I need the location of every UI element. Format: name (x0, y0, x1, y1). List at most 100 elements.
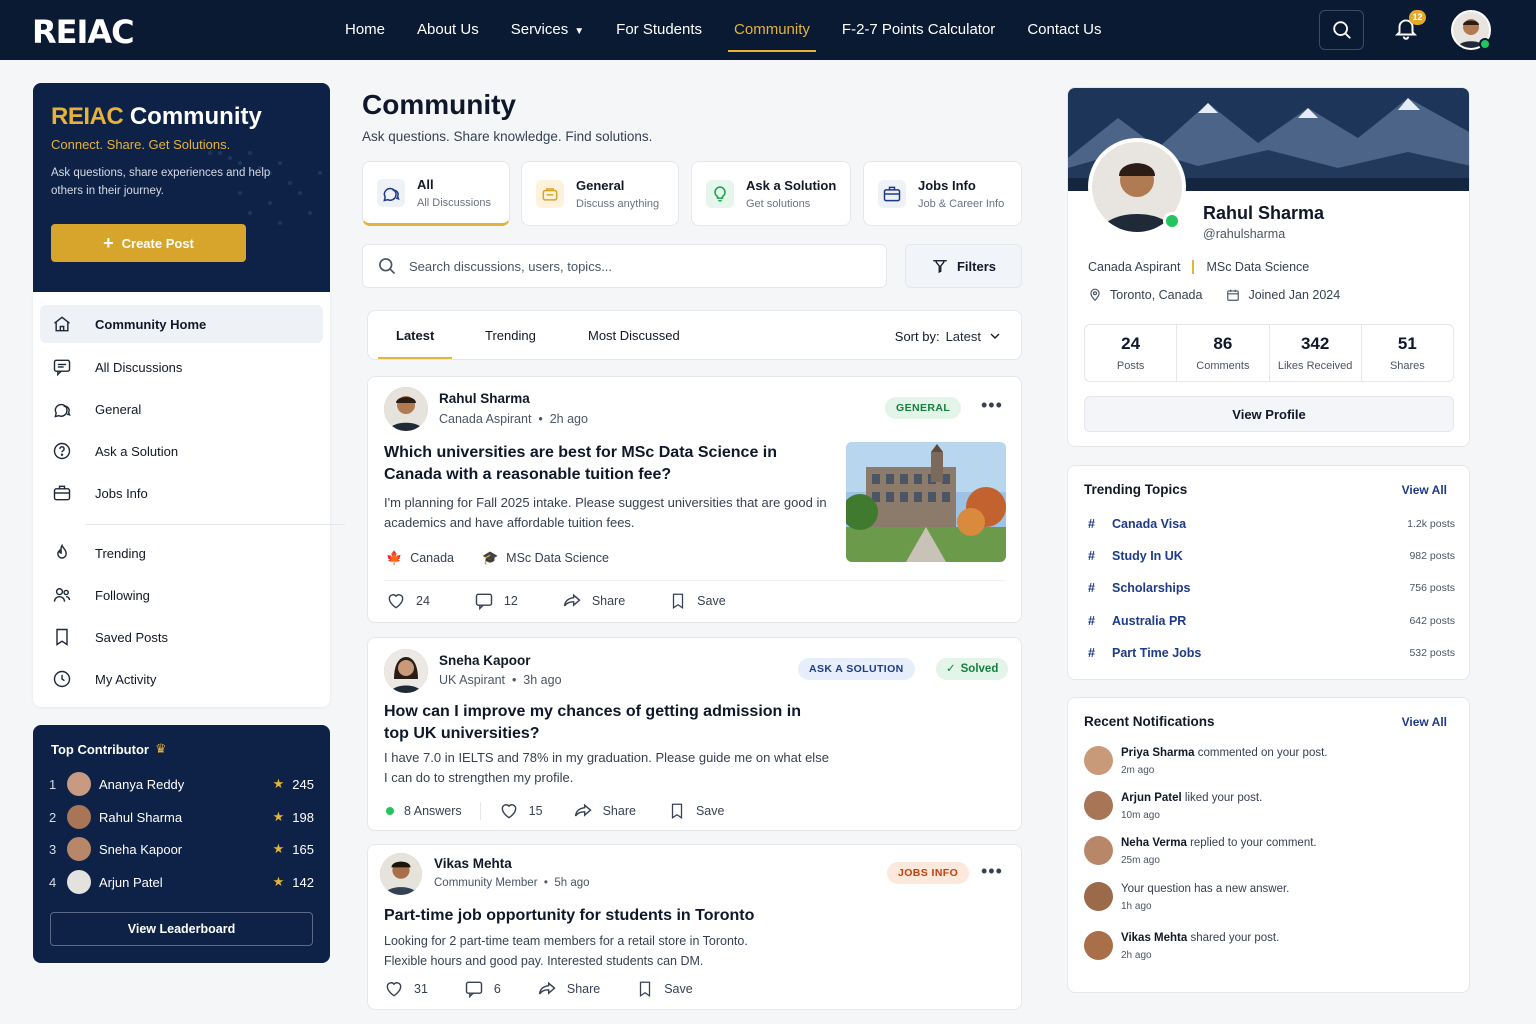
notification-time: 10m ago (1121, 810, 1160, 821)
sidebar-item-label: Jobs Info (95, 485, 148, 501)
sidebar-divider (85, 524, 345, 525)
profile-card: Rahul Sharma @rahulsharma Canada Aspiran… (1067, 87, 1470, 447)
answers-count[interactable]: 8 Answers (386, 804, 462, 818)
share-button[interactable]: Share (562, 591, 625, 611)
notifications-title: Recent Notifications (1084, 714, 1215, 729)
trending-topic-item[interactable]: # Canada Visa 1.2k posts (1088, 514, 1455, 534)
category-jobs-info[interactable]: Jobs Info Job & Career Info (863, 161, 1022, 226)
bookmark-icon (671, 803, 683, 819)
tab-trending[interactable]: Trending (485, 311, 536, 361)
trending-topic-item[interactable]: # Scholarships 756 posts (1088, 578, 1455, 598)
category-all[interactable]: All All Discussions (362, 161, 510, 226)
sidebar-item-community-home[interactable]: Community Home (40, 305, 323, 343)
share-button[interactable]: Share (537, 979, 600, 999)
sidebar-item-ask-a-solution[interactable]: Ask a Solution (40, 432, 323, 470)
solved-badge: ✓ Solved (936, 658, 1009, 680)
like-button[interactable]: 31 (384, 979, 428, 999)
avatar[interactable] (384, 387, 428, 431)
comment-button[interactable]: 12 (474, 591, 518, 611)
hashtag-icon: # (1088, 646, 1095, 660)
like-button[interactable]: 15 (499, 801, 543, 821)
trending-view-all-link[interactable]: View All (1402, 483, 1447, 497)
post-title[interactable]: How can I improve my chances of getting … (384, 701, 804, 745)
category-subtitle: Discuss anything (576, 197, 660, 210)
nav-points-calculator[interactable]: F-2-7 Points Calculator (842, 0, 995, 60)
post-title[interactable]: Part-time job opportunity for students i… (384, 905, 884, 927)
sidebar-item-my-activity[interactable]: My Activity (40, 660, 323, 698)
tag-msc-data-science[interactable]: 🎓 MSc Data Science (482, 550, 609, 566)
sidebar-item-saved-posts[interactable]: Saved Posts (40, 618, 323, 656)
notification-item[interactable]: Vikas Mehta shared your post. 2h ago (1084, 931, 1454, 965)
comment-button[interactable]: 6 (464, 979, 501, 999)
contributor-row[interactable]: 1 Ananya Reddy ★ 245 (49, 771, 314, 797)
contributor-row[interactable]: 3 Sneha Kapoor ★ 165 (49, 836, 314, 862)
more-options-icon[interactable]: ••• (981, 395, 1003, 416)
category-general[interactable]: General Discuss anything (521, 161, 679, 226)
stat-value: 342 (1300, 334, 1330, 353)
post-time: 5h ago (554, 877, 590, 889)
save-button[interactable]: Save (669, 592, 726, 610)
category-ask-a-solution[interactable]: Ask a Solution Get solutions (691, 161, 851, 226)
like-count: 24 (416, 594, 430, 608)
plus-icon: + (103, 233, 114, 253)
trending-topic-item[interactable]: # Australia PR 642 posts (1088, 611, 1455, 631)
trending-topic-item[interactable]: # Study In UK 982 posts (1088, 546, 1455, 566)
sidebar-item-following[interactable]: Following (40, 576, 323, 614)
contributor-score: 245 (292, 776, 314, 792)
notifications-view-all-link[interactable]: View All (1402, 715, 1447, 729)
post-body: I'm planning for Fall 2025 intake. Pleas… (384, 495, 827, 530)
avatar[interactable] (384, 649, 428, 693)
notification-item[interactable]: Arjun Patel liked your post. 10m ago (1084, 791, 1454, 825)
contributor-row[interactable]: 4 Arjun Patel ★ 142 (49, 869, 314, 895)
sidebar-item-general[interactable]: General (40, 390, 323, 428)
post-title[interactable]: Which universities are best for MSc Data… (384, 442, 829, 486)
share-icon (538, 981, 556, 995)
search-icon (379, 258, 396, 275)
category-subtitle: Get solutions (746, 197, 811, 210)
stat-comments: 86 Comments (1177, 325, 1270, 381)
notification-item[interactable]: Your question has a new answer. 1h ago (1084, 882, 1454, 916)
more-options-icon[interactable]: ••• (981, 861, 1003, 882)
comment-count: 6 (493, 982, 501, 996)
nav-home[interactable]: Home (345, 0, 385, 60)
post-actions: 24 12 Share Save (386, 591, 726, 611)
sort-dropdown[interactable]: Sort by: Latest (895, 311, 1003, 361)
notification-actor: Priya Sharma (1121, 747, 1195, 759)
nav-for-students[interactable]: For Students (616, 0, 702, 60)
nav-community[interactable]: Community (728, 0, 816, 60)
brand-logo[interactable]: REIAC (32, 13, 135, 51)
share-button[interactable]: Share (573, 801, 636, 821)
view-profile-button[interactable]: View Profile (1084, 396, 1454, 432)
share-icon (574, 803, 592, 817)
search-input[interactable] (409, 258, 849, 274)
notification-item[interactable]: Neha Verma replied to your comment. 25m … (1084, 836, 1454, 870)
contributor-score: 198 (292, 809, 314, 825)
tab-latest[interactable]: Latest (377, 311, 453, 361)
notification-text: Neha Verma replied to your comment. (1121, 837, 1317, 849)
question-icon (53, 442, 71, 460)
nav-services[interactable]: Services ▼ (511, 0, 584, 60)
contributor-row[interactable]: 2 Rahul Sharma ★ 198 (49, 804, 314, 830)
post-image[interactable] (846, 442, 1006, 562)
avatar[interactable] (380, 853, 422, 895)
post-author[interactable]: Sneha Kapoor (439, 653, 531, 668)
trending-topic-item[interactable]: # Part Time Jobs 532 posts (1088, 643, 1455, 663)
notification-item[interactable]: Priya Sharma commented on your post. 2m … (1084, 746, 1454, 780)
save-button[interactable]: Save (668, 802, 724, 820)
nav-about-us[interactable]: About Us (417, 0, 479, 60)
view-leaderboard-button[interactable]: View Leaderboard (50, 912, 313, 946)
search-button[interactable] (1319, 10, 1364, 50)
category-subtitle: Job & Career Info (918, 197, 1005, 210)
tab-most-discussed[interactable]: Most Discussed (588, 311, 680, 361)
sidebar-item-jobs-info[interactable]: Jobs Info (40, 474, 323, 512)
nav-contact-us[interactable]: Contact Us (1027, 0, 1101, 60)
tag-canada[interactable]: 🍁 Canada (386, 550, 454, 566)
like-button[interactable]: 24 (386, 591, 430, 611)
sidebar-item-trending[interactable]: Trending (40, 534, 323, 572)
save-button[interactable]: Save (636, 980, 693, 998)
users-icon (53, 588, 71, 602)
filters-button[interactable]: Filters (905, 244, 1022, 288)
sidebar-item-all-discussions[interactable]: All Discussions (40, 348, 323, 386)
post-author[interactable]: Vikas Mehta (434, 856, 512, 871)
post-author[interactable]: Rahul Sharma (439, 391, 530, 406)
